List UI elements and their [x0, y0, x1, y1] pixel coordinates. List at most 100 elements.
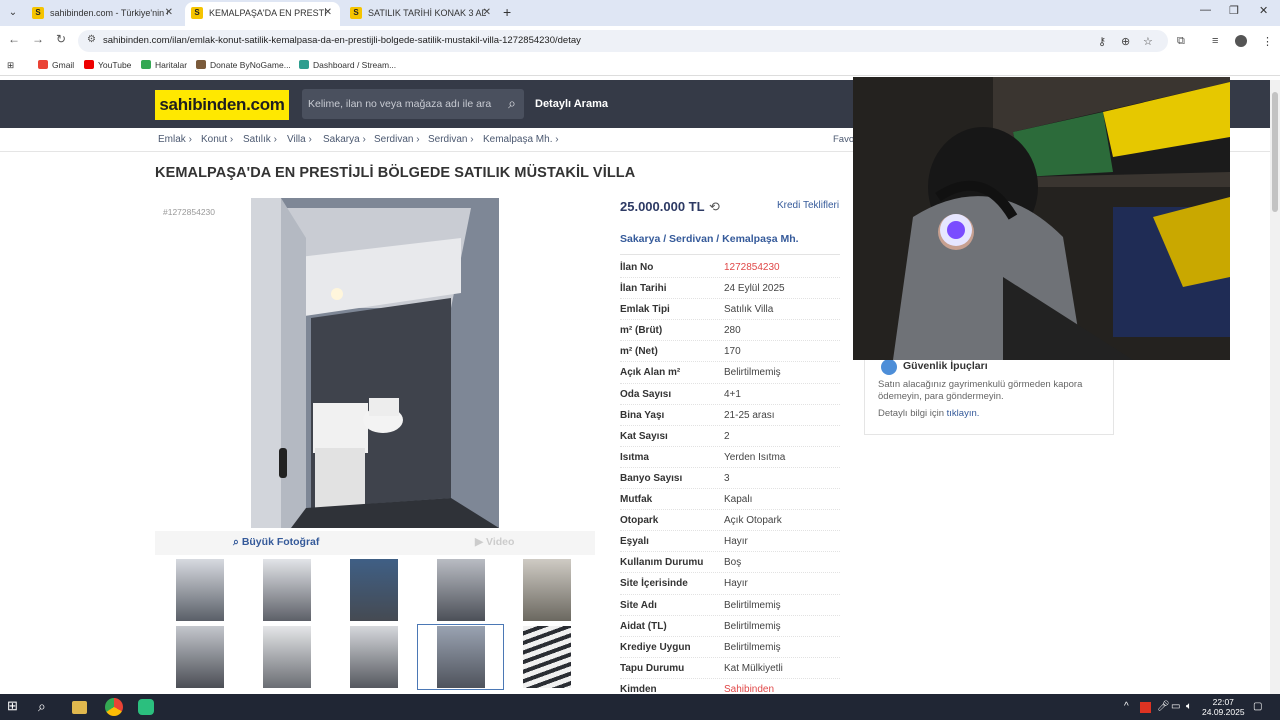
browser-tab-konak[interactable]: S SATILIK TARİHİ KONAK 3 ADET ✕ [344, 2, 499, 26]
spec-value: 2 [724, 430, 730, 442]
thumbnail[interactable] [176, 559, 224, 621]
tab-close-icon[interactable]: ✕ [483, 2, 491, 24]
bookmarks-bar: ⊞ Gmail YouTube Haritalar Donate ByNoGam… [0, 56, 1280, 76]
forward-icon[interactable]: → [32, 32, 44, 46]
sahibinden-favicon-icon: S [350, 7, 362, 19]
zoom-search-icon: ⌕ [233, 536, 242, 548]
bookmark-maps[interactable]: Haritalar [141, 60, 187, 70]
thumbnail[interactable] [350, 626, 398, 688]
breadcrumb-item[interactable]: Konut › [201, 134, 233, 145]
tab-close-icon[interactable]: ✕ [324, 2, 332, 24]
bookmark-gmail[interactable]: Gmail [38, 60, 74, 70]
extensions-icon[interactable]: ⧉ [1177, 35, 1185, 48]
site-logo[interactable]: sahibinden.com [155, 90, 289, 120]
browser-tab-home[interactable]: S sahibinden.com - Türkiye'nin O ✕ [26, 2, 181, 26]
bookmark-bynogame[interactable]: Donate ByNoGame... [196, 60, 291, 70]
window-close-icon[interactable]: ✕ [1259, 4, 1268, 17]
video-button[interactable]: ▶ Video [475, 536, 514, 548]
detailed-search-link[interactable]: Detaylı Arama [535, 98, 608, 110]
photo-toolbar: ⌕ Büyük Fotoğraf ▶ Video [155, 531, 595, 555]
breadcrumb-item[interactable]: Satılık › [243, 134, 277, 145]
shield-icon [881, 359, 897, 375]
thumbnail[interactable] [263, 559, 311, 621]
spec-row: Krediye Uygun Belirtilmemiş [620, 637, 840, 658]
thumbnail[interactable] [523, 559, 571, 621]
restore-icon[interactable]: ❐ [1229, 4, 1239, 17]
volume-icon[interactable]: 🔈︎ [1186, 701, 1192, 712]
network-icon[interactable]: ▭ [1171, 701, 1180, 712]
selected-thumbnail-frame[interactable] [417, 624, 504, 690]
apps-grid-icon[interactable]: ⊞ [7, 60, 14, 71]
thumbnail[interactable] [176, 626, 224, 688]
file-explorer-icon[interactable] [72, 701, 87, 714]
thumbnail[interactable] [263, 626, 311, 688]
spec-key: m² (Brüt) [620, 325, 663, 337]
back-icon[interactable]: ← [8, 32, 20, 46]
windows-start-icon[interactable]: ⊞ [7, 698, 25, 716]
breadcrumb-item[interactable]: Sakarya › [323, 134, 366, 145]
site-info-icon[interactable]: ⚙ [87, 34, 96, 45]
favorites-link[interactable]: Favo [833, 134, 854, 145]
spec-row: Mutfak Kapalı [620, 489, 840, 511]
reload-icon[interactable]: ↻ [56, 32, 66, 46]
tray-chevron-icon[interactable]: ^ [1124, 701, 1129, 712]
zoom-icon[interactable]: ⊕ [1121, 35, 1130, 48]
breadcrumb-label: Satılık [243, 134, 271, 145]
menu-dots-icon[interactable]: ⋮ [1262, 35, 1273, 48]
tab-search-icon[interactable]: ⌄ [4, 4, 22, 22]
spec-key: Krediye Uygun [620, 641, 691, 653]
breadcrumb-item[interactable]: Serdivan › [374, 134, 420, 145]
chrome-icon[interactable] [105, 698, 123, 716]
spec-key: m² (Net) [620, 346, 658, 358]
breadcrumb-item[interactable]: Kemalpaşa Mh. › [483, 134, 559, 145]
taskbar-search-icon[interactable]: ⌕ [38, 698, 56, 716]
spec-key: Mutfak [620, 494, 653, 506]
page-scrollbar[interactable] [1270, 80, 1280, 694]
profile-avatar[interactable] [1235, 35, 1247, 47]
listing-location[interactable]: Sakarya / Serdivan / Kemalpaşa Mh. [620, 233, 799, 245]
safety-more-link[interactable]: tıklayın. [947, 408, 980, 419]
tab-title: SATILIK TARİHİ KONAK 3 ADET [368, 8, 486, 18]
spec-row: m² (Brüt) 280 [620, 320, 840, 342]
site-search-input[interactable]: Kelime, ilan no veya mağaza adı ile ara … [302, 89, 524, 119]
breadcrumb-label: Serdivan [428, 134, 468, 145]
microphone-icon[interactable]: 🎤︎ [1157, 701, 1170, 712]
scrollbar-thumb[interactable] [1272, 92, 1278, 212]
url-field[interactable]: ⚙ sahibinden.com/ilan/emlak-konut-satili… [78, 30, 1168, 52]
spec-value: 170 [724, 346, 741, 358]
minimize-icon[interactable]: — [1200, 4, 1211, 16]
breadcrumb-item[interactable]: Serdivan › [428, 134, 474, 145]
thumbnail-selected[interactable] [437, 626, 485, 688]
credit-offers-link[interactable]: Kredi Teklifleri [777, 200, 839, 211]
bookmark-label: Haritalar [155, 60, 188, 70]
notifications-icon[interactable]: ▢ [1253, 701, 1262, 712]
breadcrumb-item[interactable]: Emlak › [158, 134, 192, 145]
bookmark-youtube[interactable]: YouTube [84, 60, 131, 70]
search-icon[interactable]: ⌕ [508, 95, 516, 112]
big-photo-button[interactable]: ⌕ Büyük Fotoğraf [233, 536, 319, 549]
bookmark-label: Donate ByNoGame... [210, 60, 291, 70]
tab-title: sahibinden.com - Türkiye'nin O [50, 8, 168, 18]
app-icon[interactable] [138, 699, 154, 715]
price-history-icon[interactable]: ⟲ [709, 199, 720, 215]
browser-tab-listing[interactable]: S KEMALPAŞA'DA EN PRESTİJLİ B ✕ [185, 2, 340, 26]
thumbnail[interactable] [350, 559, 398, 621]
tab-close-icon[interactable]: ✕ [165, 2, 173, 24]
thumbnail[interactable] [437, 559, 485, 621]
bookmark-dashboard[interactable]: Dashboard / Stream... [299, 60, 396, 70]
password-key-icon[interactable]: ⚷ [1098, 35, 1106, 48]
main-listing-photo[interactable] [251, 198, 499, 528]
system-clock[interactable]: 22:07 24.09.2025 [1202, 697, 1245, 717]
breadcrumb-label: Emlak [158, 134, 186, 145]
new-tab-icon[interactable]: + [503, 4, 511, 20]
media-control-icon[interactable]: ≡ [1212, 35, 1218, 47]
streamer-webcam-image [853, 77, 1230, 360]
url-text: sahibinden.com/ilan/emlak-konut-satilik-… [103, 35, 581, 46]
spec-row: Kullanım Durumu Boş [620, 552, 840, 574]
breadcrumb-item[interactable]: Villa › [287, 134, 312, 145]
bookmark-star-icon[interactable]: ☆ [1143, 35, 1153, 48]
tray-app-icon[interactable] [1140, 702, 1151, 713]
webcam-overlay [853, 77, 1230, 360]
thumbnail[interactable] [523, 626, 571, 688]
listing-price: 25.000.000 TL [620, 199, 705, 214]
